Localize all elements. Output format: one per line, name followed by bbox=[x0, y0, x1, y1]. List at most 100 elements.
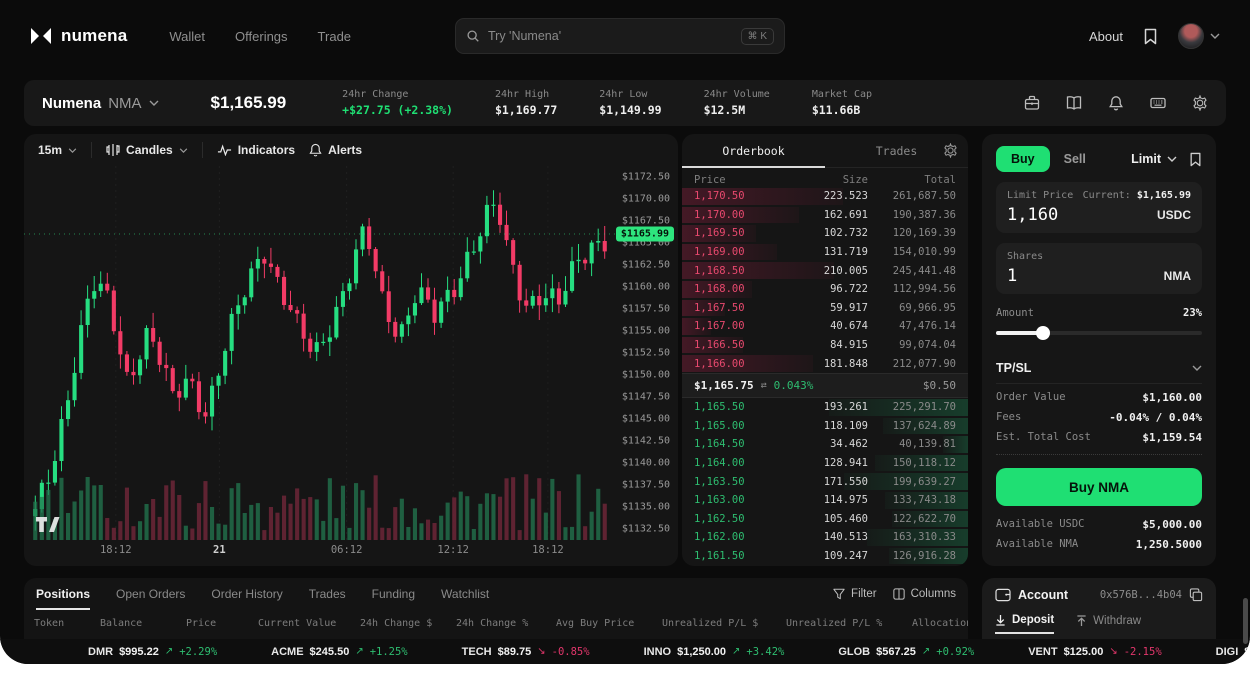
nav-links: Wallet Offerings Trade bbox=[169, 29, 351, 44]
tab-watchlist[interactable]: Watchlist bbox=[441, 578, 489, 610]
tab-order-history[interactable]: Order History bbox=[211, 578, 282, 610]
tape-item-vent[interactable]: VENT$125.00↘-2.15% bbox=[1028, 646, 1161, 658]
ask-row[interactable]: 1,168.50210.005245,441.48 bbox=[682, 261, 968, 280]
chart-style-label: Candles bbox=[126, 143, 173, 157]
sell-tab[interactable]: Sell bbox=[1064, 152, 1086, 166]
chevron-down-icon bbox=[1192, 365, 1202, 371]
ask-row[interactable]: 1,168.0096.722112,994.56 bbox=[682, 280, 968, 299]
bookmark-icon[interactable] bbox=[1143, 28, 1158, 45]
price-axis[interactable]: $1172.50$1170.00$1167.50$1165.00$1162.50… bbox=[616, 166, 678, 540]
tpsl-toggle[interactable]: TP/SL bbox=[996, 353, 1202, 384]
pair-name: Numena bbox=[42, 95, 101, 112]
tape-item-digi[interactable]: DIGI$789.50↗+1.67% bbox=[1216, 646, 1250, 658]
shares-input[interactable] bbox=[1007, 266, 1117, 286]
keyboard-icon[interactable] bbox=[1150, 95, 1166, 111]
available-usdc-label: Available USDC bbox=[996, 518, 1085, 531]
tape-symbol: GLOB bbox=[838, 646, 870, 658]
tape-item-dmr[interactable]: DMR$995.22↗+2.29% bbox=[88, 646, 217, 658]
limit-price-input[interactable] bbox=[1007, 205, 1117, 225]
user-menu[interactable] bbox=[1178, 23, 1220, 49]
ask-row[interactable]: 1,167.5059.91769,966.95 bbox=[682, 299, 968, 318]
bid-row[interactable]: 1,165.00118.109137,624.89 bbox=[682, 417, 968, 436]
trade-tabs: Buy Sell Limit bbox=[996, 146, 1202, 172]
chart-style-selector[interactable]: Candles bbox=[106, 143, 188, 157]
search-icon bbox=[466, 29, 480, 43]
briefcase-icon[interactable] bbox=[1024, 95, 1040, 111]
timeframe-selector[interactable]: 15m bbox=[38, 143, 77, 157]
gear-icon[interactable] bbox=[943, 143, 958, 158]
order-value: $1,160.00 bbox=[1142, 391, 1202, 404]
ask-row[interactable]: 1,170.50223.523261,687.50 bbox=[682, 187, 968, 206]
bid-row[interactable]: 1,164.5034.46240,139.81 bbox=[682, 435, 968, 454]
ask-row[interactable]: 1,166.5084.91599,074.04 bbox=[682, 336, 968, 355]
buy-nma-button[interactable]: Buy NMA bbox=[996, 468, 1202, 506]
bid-row[interactable]: 1,162.00140.513163,310.33 bbox=[682, 528, 968, 547]
gear-icon[interactable] bbox=[1192, 95, 1208, 111]
order-type-selector[interactable]: Limit bbox=[1131, 152, 1202, 167]
tab-orderbook[interactable]: Orderbook bbox=[682, 134, 825, 167]
bookmark-icon[interactable] bbox=[1189, 152, 1202, 167]
columns-button[interactable]: Columns bbox=[893, 588, 956, 600]
bid-row[interactable]: 1,164.00128.941150,118.12 bbox=[682, 454, 968, 473]
search-input[interactable] bbox=[488, 29, 733, 43]
tab-withdraw[interactable]: Withdraw bbox=[1076, 614, 1141, 634]
table-header: Price bbox=[186, 618, 258, 629]
col-price: Price bbox=[694, 174, 780, 186]
tape-item-tech[interactable]: TECH$89.75↘-0.85% bbox=[462, 646, 590, 658]
tab-open-orders[interactable]: Open Orders bbox=[116, 578, 185, 610]
avatar[interactable] bbox=[1178, 23, 1204, 49]
bid-row[interactable]: 1,161.0099.740105,370.64 bbox=[682, 565, 968, 566]
tab-positions[interactable]: Positions bbox=[36, 578, 90, 610]
bid-row[interactable]: 1,163.00114.975133,743.18 bbox=[682, 491, 968, 510]
bid-row[interactable]: 1,162.50105.460122,622.70 bbox=[682, 510, 968, 529]
tab-trades[interactable]: Trades bbox=[309, 578, 346, 610]
chevron-down-icon bbox=[179, 148, 188, 153]
ask-row[interactable]: 1,170.00162.691190,387.36 bbox=[682, 206, 968, 225]
slider-thumb[interactable] bbox=[1036, 326, 1050, 340]
bid-row[interactable]: 1,165.50193.261225,291.70 bbox=[682, 398, 968, 417]
buy-tab[interactable]: Buy bbox=[996, 146, 1050, 172]
tape-item-glob[interactable]: GLOB$567.25↗+0.92% bbox=[838, 646, 974, 658]
indicators-button[interactable]: Indicators bbox=[217, 143, 295, 157]
about-link[interactable]: About bbox=[1089, 29, 1123, 44]
bid-row[interactable]: 1,161.50109.247126,916.28 bbox=[682, 547, 968, 566]
copy-icon[interactable] bbox=[1189, 588, 1203, 602]
ask-row[interactable]: 1,166.00181.848212,077.90 bbox=[682, 354, 968, 373]
market-stat: 24hr Volume$12.5M bbox=[704, 89, 770, 117]
ask-row[interactable]: 1,169.50102.732120,169.39 bbox=[682, 224, 968, 243]
tape-item-acme[interactable]: ACME$245.50↗+1.25% bbox=[271, 646, 407, 658]
nav-link-offerings[interactable]: Offerings bbox=[235, 29, 288, 44]
shares-field[interactable]: Shares NMA bbox=[996, 243, 1202, 294]
bell-icon[interactable] bbox=[1108, 95, 1124, 111]
tape-item-inno[interactable]: INNO$1,250.00↗+3.42% bbox=[644, 646, 785, 658]
tradingview-logo-icon[interactable] bbox=[36, 517, 62, 532]
scrollbar-thumb[interactable] bbox=[1243, 598, 1248, 644]
pair-selector[interactable]: Numena NMA bbox=[42, 95, 159, 112]
amount-slider[interactable] bbox=[996, 325, 1202, 341]
nav-link-trade[interactable]: Trade bbox=[318, 29, 351, 44]
filter-button[interactable]: Filter bbox=[833, 588, 877, 600]
ask-row[interactable]: 1,169.00131.719154,010.99 bbox=[682, 243, 968, 262]
nav-link-wallet[interactable]: Wallet bbox=[169, 29, 205, 44]
time-axis[interactable]: 18:122106:1212:1218:12 bbox=[24, 544, 616, 564]
price-tick: $1162.50 bbox=[622, 259, 670, 270]
tab-deposit[interactable]: Deposit bbox=[995, 614, 1054, 634]
book-icon[interactable] bbox=[1066, 95, 1082, 111]
pair-symbol: NMA bbox=[108, 95, 141, 112]
limit-price-field[interactable]: Limit Price Current: $1,165.99 USDC bbox=[996, 182, 1202, 233]
top-nav: numena Wallet Offerings Trade ⌘ K About bbox=[0, 0, 1250, 72]
alerts-button[interactable]: Alerts bbox=[309, 143, 362, 157]
price-tick: $1147.50 bbox=[622, 392, 670, 403]
tab-funding[interactable]: Funding bbox=[372, 578, 415, 610]
tape-symbol: TECH bbox=[462, 646, 492, 658]
ticker-bar-icons bbox=[1024, 95, 1208, 111]
candlestick-chart[interactable] bbox=[24, 166, 616, 540]
shares-label: Shares bbox=[1007, 251, 1043, 262]
tape-change: +3.42% bbox=[746, 646, 784, 658]
candles-icon bbox=[106, 143, 120, 157]
price-tick: $1132.50 bbox=[622, 524, 670, 535]
ask-row[interactable]: 1,167.0040.67447,476.14 bbox=[682, 317, 968, 336]
search-bar[interactable]: ⌘ K bbox=[455, 18, 785, 54]
bid-row[interactable]: 1,163.50171.550199,639.27 bbox=[682, 472, 968, 491]
brand[interactable]: numena bbox=[30, 26, 127, 46]
